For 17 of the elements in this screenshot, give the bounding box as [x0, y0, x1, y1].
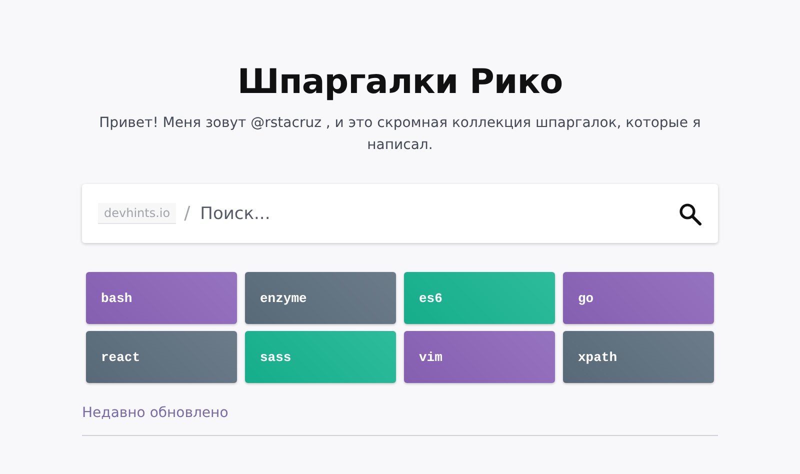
cheatsheet-tile[interactable]: es6 — [404, 272, 555, 324]
search-bar[interactable]: devhints.io / Поиск... — [82, 184, 718, 243]
page-title: Шпаргалки Рико — [236, 62, 564, 102]
cheatsheet-tile[interactable]: bash — [86, 272, 237, 324]
section-heading: Недавно обновлено — [82, 405, 230, 421]
intro-text: Привет! Меня зовут @rstacruz , и это скромная коллекция шпаргалок, которые я написал. — [98, 114, 702, 155]
search-field[interactable]: Поиск... — [198, 202, 670, 224]
site-label: devhints.io — [98, 203, 176, 224]
search-icon[interactable] — [678, 202, 702, 226]
cheatsheet-tile[interactable]: sass — [245, 331, 396, 383]
path-separator: / — [184, 203, 190, 224]
cheatsheet-tile[interactable]: vim — [404, 331, 555, 383]
cheatsheet-tile[interactable]: xpath — [563, 331, 714, 383]
cheatsheet-tile[interactable]: go — [563, 272, 714, 324]
cheatsheet-tile[interactable]: react — [86, 331, 237, 383]
cheatsheet-tile[interactable]: enzyme — [245, 272, 396, 324]
author-link[interactable]: @rstacruz — [250, 115, 322, 131]
